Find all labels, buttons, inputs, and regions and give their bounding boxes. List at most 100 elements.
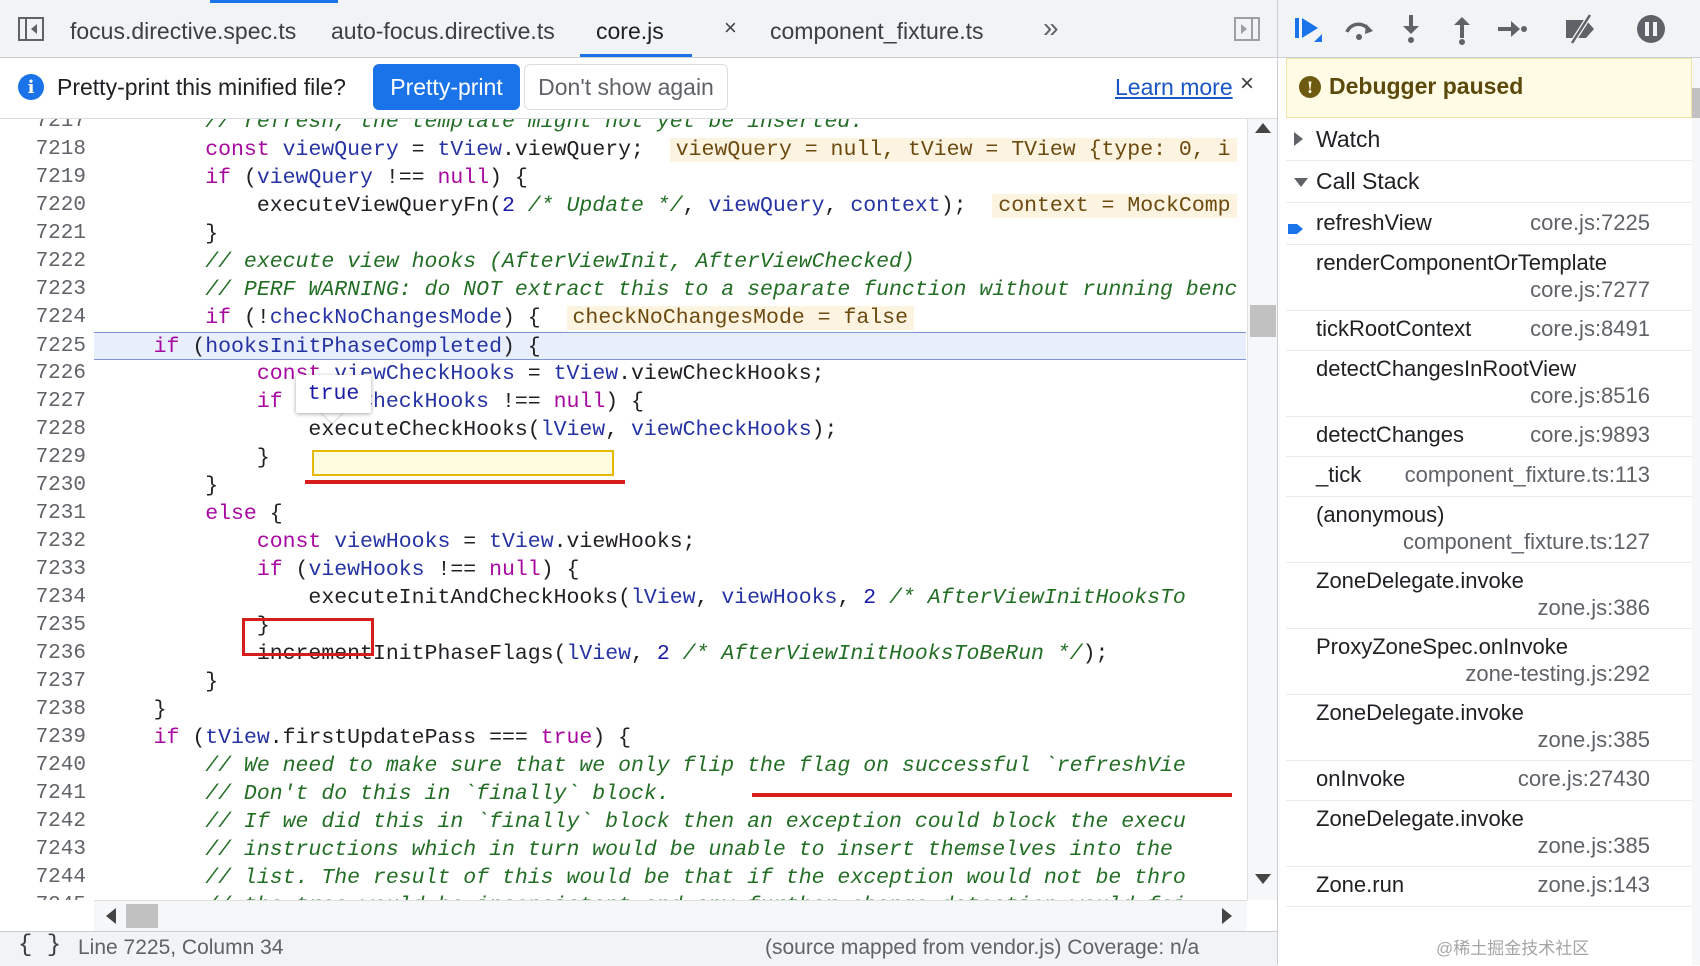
call-frame[interactable]: ZoneDelegate.invoke zone.js:386 [1286,562,1692,629]
line-number[interactable]: 7232 [0,528,86,556]
toggle-debugger-icon[interactable] [1232,14,1262,44]
frame-location[interactable]: core.js:8491 [1530,316,1650,342]
tab-core-js[interactable]: core.js [580,0,692,57]
call-frame[interactable]: detectChanges core.js:9893 [1286,416,1692,457]
code-line[interactable]: 7232 const viewHooks = tView.viewHooks; [0,528,1246,556]
call-frame[interactable]: onInvoke core.js:27430 [1286,760,1692,801]
call-frame[interactable]: ZoneDelegate.invoke zone.js:385 [1286,694,1692,761]
scrollbar-thumb[interactable] [1692,88,1700,118]
tab-focus-directive-spec[interactable]: focus.directive.spec.ts [70,0,296,57]
scrollbar-thumb[interactable] [1250,305,1276,337]
code-line[interactable]: 7237 } [0,668,1246,696]
line-number[interactable]: 7233 [0,556,86,584]
call-frame[interactable]: detectChangesInRootView core.js:8516 [1286,350,1692,417]
frame-location[interactable]: zone.js:385 [1537,833,1650,859]
line-number[interactable]: 7220 [0,192,86,220]
code-line[interactable]: 7229 } [0,444,1246,472]
call-frame[interactable]: Zone.run zone.js:143 [1286,866,1692,907]
step-out-icon[interactable] [1445,12,1479,46]
code-line[interactable]: 7239 if (tView.firstUpdatePass === true)… [0,724,1246,752]
scroll-right-icon[interactable] [1222,908,1232,924]
call-frame[interactable]: ProxyZoneSpec.onInvoke zone-testing.js:29… [1286,628,1692,695]
code-line[interactable]: 7240 // We need to make sure that we onl… [0,752,1246,780]
code-line[interactable]: 7228 executeCheckHooks(lView, viewCheckH… [0,416,1246,444]
code-line[interactable]: 7236 incrementInitPhaseFlags(lView, 2 /*… [0,640,1246,668]
frame-location[interactable]: core.js:27430 [1518,766,1650,792]
code-editor[interactable]: 72467245 // the tree would be inconsiste… [0,119,1246,900]
line-number[interactable]: 7224 [0,304,86,332]
editor-vertical-scrollbar[interactable] [1247,119,1278,900]
line-number[interactable]: 7245 [0,892,86,900]
code-line[interactable]: 7219 if (viewQuery !== null) { [0,164,1246,192]
code-line[interactable]: 7231 else { [0,500,1246,528]
learn-more-link[interactable]: Learn more [1115,74,1233,101]
line-number[interactable]: 7235 [0,612,86,640]
line-number[interactable]: 7239 [0,724,86,752]
pause-on-exceptions-icon[interactable] [1634,12,1668,46]
line-number[interactable]: 7217 [0,119,86,136]
call-frame[interactable]: tickRootContext core.js:8491 [1286,310,1692,351]
code-line[interactable]: 7224 if (!checkNoChangesMode) { checkNoC… [0,304,1246,332]
code-line[interactable]: 7227 if (viewCheckHooks !== null) { [0,388,1246,416]
step-icon[interactable] [1494,12,1528,46]
code-line[interactable]: 7226 const viewCheckHooks = tView.viewCh… [0,360,1246,388]
line-number[interactable]: 7227 [0,388,86,416]
code-line[interactable]: 7220 executeViewQueryFn(2 /* Update */, … [0,192,1246,220]
line-number[interactable]: 7219 [0,164,86,192]
code-line[interactable]: 7242 // If we did this in `finally` bloc… [0,808,1246,836]
line-number[interactable]: 7226 [0,360,86,388]
pretty-print-button[interactable]: Pretty-print [373,64,520,110]
code-line[interactable]: 7235 } [0,612,1246,640]
code-line[interactable]: 7238 } [0,696,1246,724]
deactivate-breakpoints-icon[interactable] [1562,12,1596,46]
frame-location[interactable]: zone.js:386 [1537,595,1650,621]
format-braces-icon[interactable]: { } [18,932,61,959]
editor-horizontal-scrollbar[interactable] [94,900,1247,931]
code-line[interactable]: 7217 // refresh, the template might not … [0,119,1246,136]
tab-close-icon[interactable]: × [724,15,737,41]
call-frame[interactable]: _tick component_fixture.ts:113 [1286,456,1692,497]
close-infobar-icon[interactable]: × [1240,70,1254,98]
frame-location[interactable]: component_fixture.ts:127 [1403,529,1650,555]
code-line[interactable]: 7222 // execute view hooks (AfterViewIni… [0,248,1246,276]
frame-location[interactable]: core.js:8516 [1530,383,1650,409]
frame-location[interactable]: core.js:9893 [1530,422,1650,448]
dont-show-again-button[interactable]: Don't show again [524,64,728,110]
tab-auto-focus-directive[interactable]: auto-focus.directive.ts [331,0,555,57]
code-line[interactable]: 7230 } [0,472,1246,500]
frame-location[interactable]: component_fixture.ts:113 [1405,462,1650,488]
code-line[interactable]: 7221 } [0,220,1246,248]
step-over-icon[interactable] [1342,12,1376,46]
scrollbar-thumb[interactable] [126,904,158,928]
line-number[interactable]: 7234 [0,584,86,612]
line-number[interactable]: 7238 [0,696,86,724]
code-line[interactable]: 7243 // instructions which in turn would… [0,836,1246,864]
call-frame[interactable]: (anonymous) component_fixture.ts:127 [1286,496,1692,563]
line-number[interactable]: 7223 [0,276,86,304]
more-tabs-icon[interactable]: » [1043,12,1059,44]
frame-location[interactable]: zone.js:385 [1537,727,1650,753]
line-number[interactable]: 7228 [0,416,86,444]
line-number[interactable]: 7243 [0,836,86,864]
frame-location[interactable]: zone.js:143 [1537,872,1650,898]
line-number[interactable]: 7218 [0,136,86,164]
source-map-info[interactable]: (source mapped from vendor.js) Coverage:… [765,936,1199,960]
code-line[interactable]: 7244 // list. The result of this would b… [0,864,1246,892]
call-frame[interactable]: refreshView core.js:7225 [1286,204,1692,245]
scroll-left-icon[interactable] [106,908,116,924]
code-line[interactable]: 7225 if (hooksInitPhaseCompleted) { [36,332,1246,360]
line-number[interactable]: 7221 [0,220,86,248]
line-number[interactable]: 7244 [0,864,86,892]
call-stack-section-header[interactable]: Call Stack [1286,160,1692,203]
toggle-navigator-icon[interactable] [16,14,46,44]
line-number[interactable]: 7236 [0,640,86,668]
line-number[interactable]: 7229 [0,444,86,472]
line-number[interactable]: 7230 [0,472,86,500]
code-line[interactable]: 7223 // PERF WARNING: do NOT extract thi… [0,276,1246,304]
code-line[interactable]: 7245 // the tree would be inconsistent a… [0,892,1246,900]
line-number[interactable]: 7240 [0,752,86,780]
code-line[interactable]: 7218 const viewQuery = tView.viewQuery; … [0,136,1246,164]
frame-location[interactable]: zone-testing.js:292 [1465,661,1650,687]
line-number[interactable]: 7231 [0,500,86,528]
call-frame[interactable]: ZoneDelegate.invoke zone.js:385 [1286,800,1692,867]
